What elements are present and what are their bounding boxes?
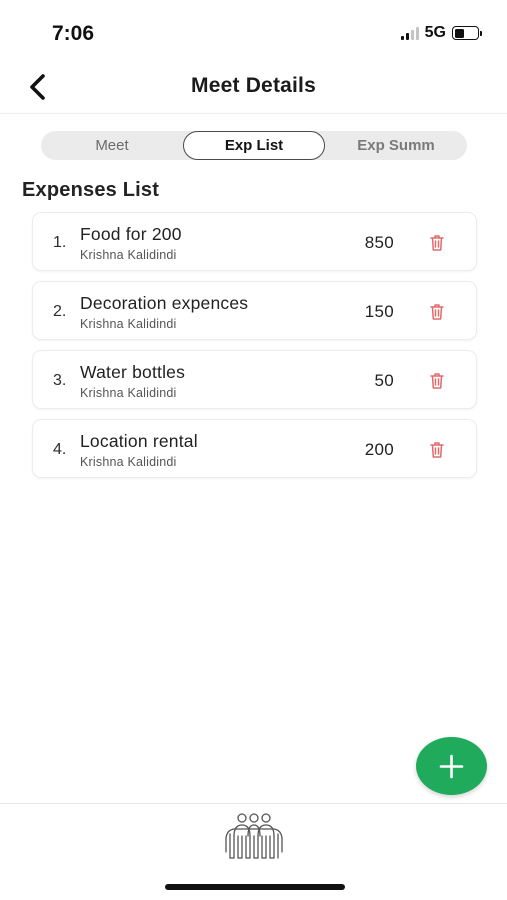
expense-owner: Krishna Kalidindi (80, 455, 177, 469)
expense-owner: Krishna Kalidindi (80, 386, 177, 400)
network-type: 5G (424, 24, 446, 41)
expense-amount: 50 (374, 371, 394, 390)
expense-name: Location rental (80, 431, 198, 451)
expense-name: Water bottles (80, 362, 186, 382)
battery-icon (452, 26, 482, 40)
expense-name: Food for 200 (80, 224, 182, 244)
nav-bar: Meet Details (0, 62, 507, 114)
expense-list: 1. Food for 200 Krishna Kalidindi 850 2.… (32, 212, 477, 488)
segmented-tabs: Meet Exp Summ Exp List (41, 131, 467, 160)
expense-index: 3. (53, 372, 67, 389)
expense-index: 2. (53, 303, 67, 320)
expense-item[interactable]: 2. Decoration expences Krishna Kalidindi… (32, 281, 477, 340)
tab-exp-summ[interactable]: Exp Summ (325, 131, 467, 160)
tab-meet[interactable]: Meet (41, 131, 183, 160)
expense-index: 1. (53, 234, 67, 251)
expense-amount: 850 (364, 233, 394, 252)
trash-icon[interactable] (428, 440, 446, 459)
expense-item[interactable]: 3. Water bottles Krishna Kalidindi 50 (32, 350, 477, 409)
expense-owner: Krishna Kalidindi (80, 248, 177, 262)
section-title: Expenses List (22, 179, 160, 201)
bottom-tab-bar (0, 803, 507, 900)
trash-icon[interactable] (428, 233, 446, 252)
expense-index: 4. (53, 441, 67, 458)
signal-icon (400, 26, 419, 40)
expense-name: Decoration expences (80, 293, 249, 313)
trash-icon[interactable] (428, 302, 446, 321)
status-indicators: 5G (400, 24, 482, 42)
status-bar: 7:06 5G (0, 0, 507, 62)
trash-icon[interactable] (428, 371, 446, 390)
home-indicator (165, 884, 345, 890)
plus-icon (439, 754, 464, 779)
status-time: 7:06 (52, 22, 95, 45)
expense-amount: 150 (364, 302, 394, 321)
expense-item[interactable]: 1. Food for 200 Krishna Kalidindi 850 (32, 212, 477, 271)
expense-owner: Krishna Kalidindi (80, 317, 177, 331)
expense-amount: 200 (364, 440, 394, 459)
group-people-icon[interactable] (221, 812, 287, 864)
expense-item[interactable]: 4. Location rental Krishna Kalidindi 200 (32, 419, 477, 478)
add-expense-button[interactable] (416, 737, 487, 795)
tab-exp-list[interactable]: Exp List (183, 131, 325, 160)
page-title: Meet Details (191, 74, 316, 97)
